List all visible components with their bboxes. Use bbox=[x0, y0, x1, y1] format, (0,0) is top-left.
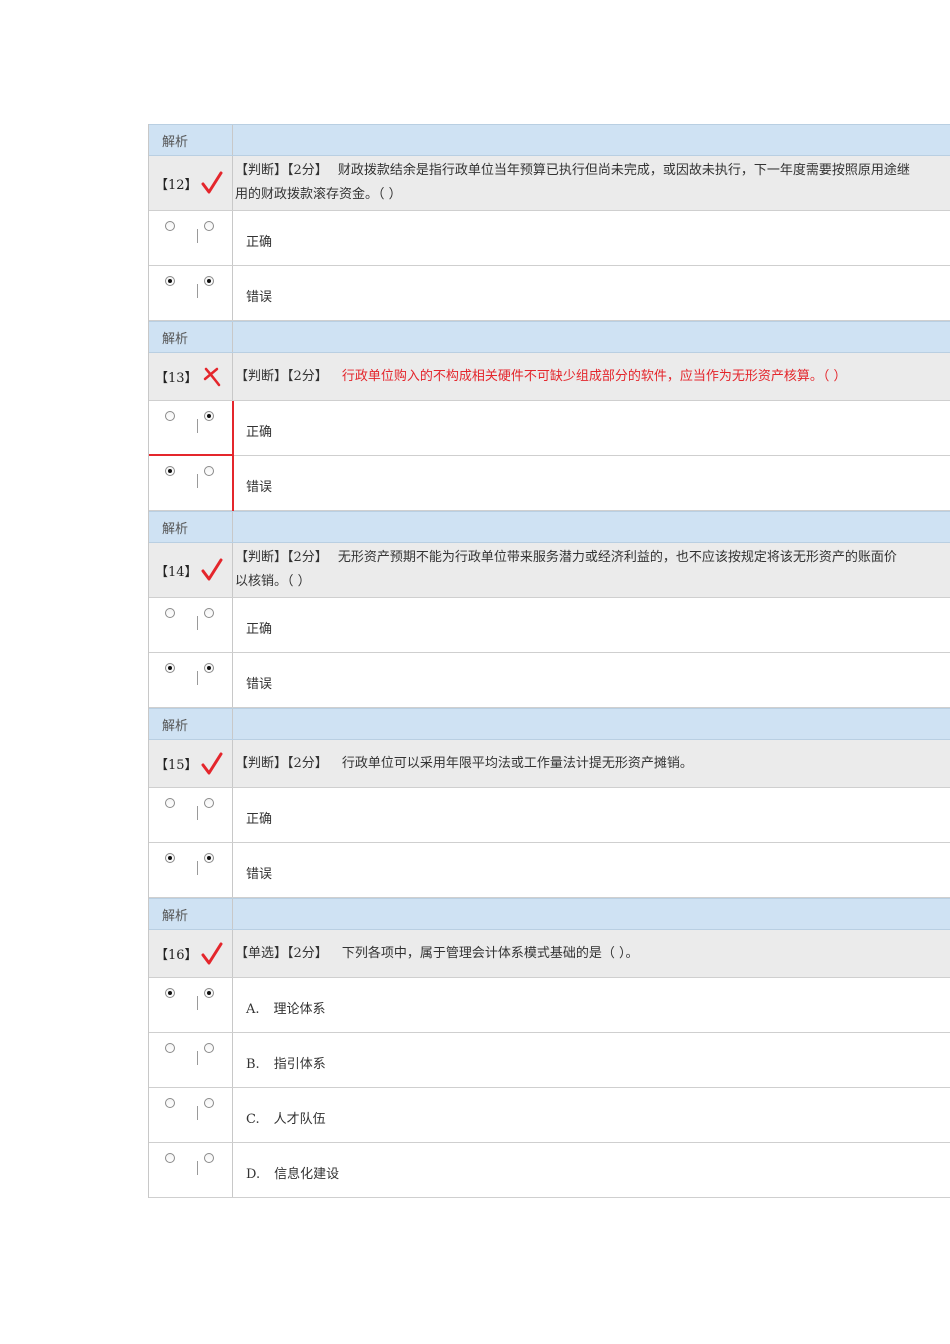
question-type-tag: 【判断】【2分】 bbox=[235, 756, 328, 771]
option-row: 错误 bbox=[149, 843, 950, 898]
option-row: 错误 bbox=[149, 266, 950, 321]
answer-radio-selected[interactable] bbox=[165, 853, 175, 863]
answer-radio-reference-selected[interactable] bbox=[204, 663, 214, 673]
check-mark-icon bbox=[201, 171, 223, 194]
answer-radio-selected[interactable] bbox=[165, 276, 175, 286]
answer-radio-reference[interactable] bbox=[204, 466, 214, 476]
option-row: D. 信息化建设 bbox=[149, 1143, 950, 1198]
answer-radio-reference[interactable] bbox=[204, 798, 214, 808]
option-row: 正确 bbox=[149, 788, 950, 843]
answer-radio-reference-selected[interactable] bbox=[204, 411, 214, 421]
question-type-tag: 【判断】【2分】 bbox=[235, 369, 328, 384]
question-number: 【14】 bbox=[155, 564, 198, 580]
option-row: B. 指引体系 bbox=[149, 1033, 950, 1088]
option-text: 指引体系 bbox=[273, 1057, 326, 1072]
analysis-label[interactable]: 解析 bbox=[162, 905, 188, 924]
analysis-label[interactable]: 解析 bbox=[162, 328, 188, 347]
cross-mark-icon bbox=[203, 367, 220, 386]
option-row: C. 人才队伍 bbox=[149, 1088, 950, 1143]
option-label: 正确 bbox=[246, 235, 273, 250]
answer-radio-reference-selected[interactable] bbox=[204, 988, 214, 998]
option-text: 信息化建设 bbox=[274, 1167, 340, 1182]
answer-radio-reference[interactable] bbox=[204, 221, 214, 231]
option-text: 人才队伍 bbox=[273, 1112, 326, 1127]
analysis-label[interactable]: 解析 bbox=[162, 518, 188, 537]
question-stem: 行政单位可以采用年限平均法或工作量法计提无形资产摊销。 bbox=[341, 756, 693, 771]
question-stem-cont: 用的财政拨款滚存资金。（ ） bbox=[235, 187, 402, 202]
answer-radio-selected[interactable] bbox=[165, 663, 175, 673]
question-stem-cont: 以核销。（ ） bbox=[235, 574, 311, 589]
option-letter: C. bbox=[246, 1112, 260, 1127]
question-stem: 下列各项中，属于管理会计体系模式基础的是（ ）。 bbox=[341, 946, 639, 961]
answer-radio-reference[interactable] bbox=[204, 1043, 214, 1053]
answer-radio-reference[interactable] bbox=[204, 608, 214, 618]
answer-radio-selected[interactable] bbox=[165, 988, 175, 998]
question-text: 【判断】【2分】 行政单位购入的不构成相关硬件不可缺少组成部分的软件，应当作为无… bbox=[233, 353, 950, 393]
answer-radio-reference-selected[interactable] bbox=[204, 276, 214, 286]
option-label: A. 理论体系 bbox=[246, 998, 326, 1017]
option-label: C. 人才队伍 bbox=[246, 1108, 326, 1127]
question-text: 【判断】【2分】 财政拨款结余是指行政单位当年预算已执行但尚未完成，或因故未执行… bbox=[233, 156, 950, 210]
answer-radio[interactable] bbox=[165, 221, 175, 231]
answer-radio[interactable] bbox=[165, 798, 175, 808]
option-label: 错误 bbox=[246, 290, 273, 305]
question-text: 【判断】【2分】 行政单位可以采用年限平均法或工作量法计提无形资产摊销。 bbox=[233, 740, 950, 780]
option-row: 错误 bbox=[149, 653, 950, 708]
option-label: 错误 bbox=[246, 867, 273, 882]
answer-radio-reference-selected[interactable] bbox=[204, 853, 214, 863]
analysis-label[interactable]: 解析 bbox=[162, 715, 188, 734]
question-header: 【12】 【判断】【2分】 财政拨款结余是指行政单位当年预算已执行但尚未完成，或… bbox=[149, 156, 950, 211]
question-type-tag: 【判断】【2分】 bbox=[235, 550, 328, 565]
question-stem: 财政拨款结余是指行政单位当年预算已执行但尚未完成，或因故未执行，下一年度需要按照… bbox=[337, 163, 910, 178]
question-header: 【16】 【单选】【2分】 下列各项中，属于管理会计体系模式基础的是（ ）。 bbox=[149, 930, 950, 978]
option-letter: B. bbox=[246, 1057, 260, 1072]
question-header: 【14】 【判断】【2分】 无形资产预期不能为行政单位带来服务潜力或经济利益的，… bbox=[149, 543, 950, 598]
quiz-table: 解析 【12】 【判断】【2分】 财政拨款结余是指行政单位当年预算已执行但尚未完… bbox=[148, 124, 950, 1198]
answer-radio[interactable] bbox=[165, 1043, 175, 1053]
answer-radio[interactable] bbox=[165, 608, 175, 618]
option-row: 正确 bbox=[149, 211, 950, 266]
analysis-row[interactable]: 解析 bbox=[149, 708, 950, 740]
question-stem: 行政单位购入的不构成相关硬件不可缺少组成部分的软件，应当作为无形资产核算。（ ） bbox=[341, 369, 847, 384]
answer-radio-reference[interactable] bbox=[204, 1098, 214, 1108]
question-number: 【15】 bbox=[155, 758, 198, 773]
option-row: 错误 bbox=[149, 456, 950, 511]
analysis-row[interactable]: 解析 bbox=[149, 321, 950, 353]
question-number: 【12】 bbox=[155, 177, 198, 193]
option-label: 正确 bbox=[246, 622, 273, 637]
option-text: 理论体系 bbox=[273, 1002, 326, 1017]
answer-radio[interactable] bbox=[165, 1153, 175, 1163]
question-stem: 无形资产预期不能为行政单位带来服务潜力或经济利益的，也不应该按规定将该无形资产的… bbox=[337, 550, 897, 565]
analysis-row[interactable]: 解析 bbox=[149, 898, 950, 930]
option-label: 错误 bbox=[246, 480, 273, 495]
question-number: 【13】 bbox=[155, 371, 198, 386]
analysis-row[interactable]: 解析 bbox=[149, 511, 950, 543]
option-label: 正确 bbox=[246, 812, 273, 827]
option-row: 正确 bbox=[149, 401, 950, 456]
question-header: 【15】 【判断】【2分】 行政单位可以采用年限平均法或工作量法计提无形资产摊销… bbox=[149, 740, 950, 788]
option-row: A. 理论体系 bbox=[149, 978, 950, 1033]
question-type-tag: 【判断】【2分】 bbox=[235, 163, 328, 178]
question-number: 【16】 bbox=[155, 948, 198, 963]
option-letter: D. bbox=[246, 1167, 261, 1182]
option-label: 正确 bbox=[246, 425, 273, 440]
option-label: 错误 bbox=[246, 677, 273, 692]
question-text: 【单选】【2分】 下列各项中，属于管理会计体系模式基础的是（ ）。 bbox=[233, 930, 950, 970]
option-row: 正确 bbox=[149, 598, 950, 653]
question-type-tag: 【单选】【2分】 bbox=[235, 946, 328, 961]
question-header: 【13】 【判断】【2分】 行政单位购入的不构成相关硬件不可缺少组成部分的软件，… bbox=[149, 353, 950, 401]
check-mark-icon bbox=[201, 942, 223, 964]
answer-radio[interactable] bbox=[165, 411, 175, 421]
check-mark-icon bbox=[201, 558, 223, 581]
question-text: 【判断】【2分】 无形资产预期不能为行政单位带来服务潜力或经济利益的，也不应该按… bbox=[233, 543, 950, 597]
analysis-row[interactable]: 解析 bbox=[149, 124, 950, 156]
analysis-label[interactable]: 解析 bbox=[162, 131, 188, 150]
option-label: D. 信息化建设 bbox=[246, 1163, 339, 1182]
check-mark-icon bbox=[201, 752, 223, 774]
option-label: B. 指引体系 bbox=[246, 1053, 326, 1072]
answer-radio-reference[interactable] bbox=[204, 1153, 214, 1163]
answer-radio[interactable] bbox=[165, 1098, 175, 1108]
answer-radio-selected[interactable] bbox=[165, 466, 175, 476]
option-letter: A. bbox=[246, 1002, 260, 1017]
